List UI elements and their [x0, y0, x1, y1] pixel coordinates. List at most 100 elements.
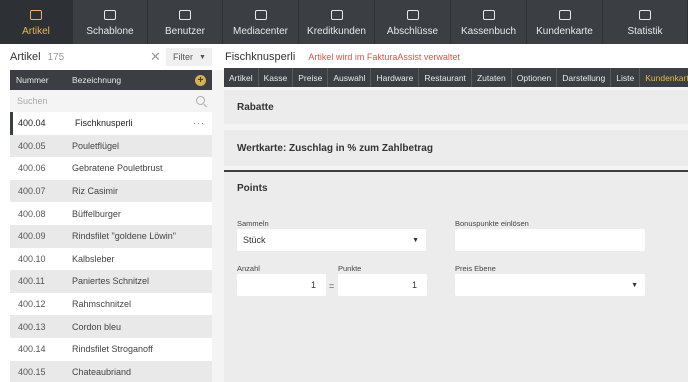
nav-item-label: Abschlüsse	[386, 26, 439, 37]
add-article-button[interactable]: +	[195, 74, 206, 86]
table-row[interactable]: 400.05 Pouletflügel	[10, 134, 212, 158]
sammeln-value: Stück	[243, 235, 266, 245]
search-placeholder: Suchen	[17, 96, 48, 106]
row-name: Paniertes Schnitzel	[72, 276, 150, 287]
tab-liste[interactable]: Liste	[611, 68, 641, 87]
article-list-panel: Artikel 175 ✕ Filter ▼ Nummer Bezeichnun…	[0, 44, 212, 382]
clear-filter-icon[interactable]: ✕	[150, 50, 161, 63]
row-name: Büffelburger	[72, 208, 121, 219]
row-number: 400.12	[18, 299, 46, 310]
nav-item-label: Schablone	[86, 26, 134, 37]
search-icon[interactable]	[196, 96, 205, 105]
tab-kundenkarte[interactable]: Kundenkarte	[640, 68, 688, 87]
detail-tabs: Artikel Kasse Preise Auswahl Hardware Restaur…	[224, 68, 688, 87]
tab-artikel[interactable]: Artikel	[224, 68, 259, 87]
detail-title: Fischknusperli	[225, 51, 296, 63]
nav-item-label: Kreditkunden	[307, 26, 366, 37]
column-header-number[interactable]: Nummer	[10, 75, 72, 85]
filter-label: Filter	[173, 52, 193, 62]
nav-item-kreditkunden[interactable]: Kreditkunden	[299, 0, 375, 44]
punkte-value: 1	[411, 280, 417, 290]
nav-item-mediacenter[interactable]: Mediacenter	[223, 0, 299, 44]
nav-item-artikel[interactable]: Artikel	[0, 0, 73, 44]
bonus-label: Bonuspunkte einlösen	[455, 219, 529, 228]
more-options-icon[interactable]: ···	[193, 118, 205, 128]
table-row[interactable]: 400.06 Gebratene Pouletbrust	[10, 157, 212, 180]
punkte-label: Punkte	[338, 264, 362, 273]
nav-item-statistik[interactable]: Statistik	[603, 0, 688, 44]
row-number: 400.11	[18, 276, 45, 287]
anzahl-field[interactable]: 1	[237, 274, 326, 296]
row-name: Kalbsleber	[72, 253, 115, 264]
table-row[interactable]: 400.07 Riz Casimir	[10, 179, 212, 203]
table-row[interactable]: 400.14 Rindsfilet Stroganoff	[10, 337, 212, 361]
nav-item-label: Artikel	[22, 26, 50, 37]
chevron-down-icon: ▼	[631, 282, 638, 289]
article-rows: 400.04 Fischknusperli ··· 400.05 Pouletflüge…	[10, 112, 212, 382]
nav-item-label: Statistik	[627, 26, 663, 37]
table-row[interactable]: 400.12 Rahmschnitzel	[10, 292, 212, 316]
tab-zutaten[interactable]: Zutaten	[472, 68, 512, 87]
report-icon	[406, 10, 419, 20]
nav-item-label: Mediacenter	[232, 26, 289, 37]
list-column-header: Nummer Bezeichnung +	[10, 70, 212, 90]
sammeln-label: Sammeln	[237, 219, 269, 228]
top-navigation: Artikel Schablone Benutzer Mediacenter Kredi…	[0, 0, 688, 44]
table-row[interactable]: 400.10 Kalbsleber	[10, 247, 212, 271]
tab-hardware[interactable]: Hardware	[371, 68, 420, 87]
template-icon	[104, 10, 116, 20]
table-row[interactable]: 400.09 Rindsfilet "goldene Löwin"	[10, 224, 212, 248]
preis-ebene-label: Preis Ebene	[455, 264, 496, 273]
tab-kasse[interactable]: Kasse	[259, 68, 294, 87]
filter-dropdown[interactable]: Filter ▼	[166, 48, 212, 66]
row-name: Rahmschnitzel	[72, 299, 132, 310]
tab-darstellung[interactable]: Darstellung	[557, 68, 612, 87]
row-number: 400.15	[18, 366, 46, 377]
nav-item-schablone[interactable]: Schablone	[73, 0, 148, 44]
nav-item-kassenbuch[interactable]: Kassenbuch	[451, 0, 527, 44]
row-number: 400.05	[18, 140, 46, 151]
anzahl-value: 1	[310, 280, 316, 290]
sammeln-select[interactable]: Stück ▼	[237, 229, 426, 251]
chart-icon	[639, 10, 651, 20]
row-name: Cordon bleu	[72, 321, 122, 332]
nav-item-abschl-sse[interactable]: Abschlüsse	[375, 0, 451, 44]
rabatte-section[interactable]: Rabatte	[224, 90, 688, 124]
list-count: 175	[47, 51, 65, 63]
nav-item-label: Benutzer	[164, 26, 206, 37]
punkte-field[interactable]: 1	[338, 274, 427, 296]
preis-ebene-select[interactable]: ▼	[455, 274, 645, 296]
row-number: 400.10	[18, 253, 46, 264]
nav-item-kundenkarte[interactable]: Kundenkarte	[527, 0, 603, 44]
row-name: Riz Casimir	[72, 186, 118, 197]
nav-item-benutzer[interactable]: Benutzer	[148, 0, 223, 44]
row-name: Pouletflügel	[72, 140, 120, 151]
book-icon	[482, 10, 495, 20]
tab-auswahl[interactable]: Auswahl	[328, 68, 372, 87]
points-title: Points	[237, 183, 268, 194]
row-name: Rindsfilet Stroganoff	[72, 344, 153, 355]
chevron-down-icon: ▼	[199, 53, 206, 61]
basket-icon	[30, 10, 42, 20]
tab-preise[interactable]: Preise	[293, 68, 329, 87]
row-number: 400.14	[18, 344, 46, 355]
table-row[interactable]: 400.08 Büffelburger	[10, 202, 212, 225]
tab-restaurant[interactable]: Restaurant	[419, 68, 472, 87]
table-row[interactable]: 400.11 Paniertes Schnitzel	[10, 270, 212, 293]
bonus-field[interactable]	[455, 229, 645, 251]
row-number: 400.09	[18, 231, 46, 242]
wertkarte-section[interactable]: Wertkarte: Zuschlag in % zum Zahlbetrag	[224, 130, 688, 166]
card-icon	[558, 10, 571, 20]
tab-optionen[interactable]: Optionen	[512, 68, 558, 87]
row-number: 400.08	[18, 208, 46, 219]
search-input[interactable]: Suchen	[10, 90, 212, 112]
wertkarte-title: Wertkarte: Zuschlag in % zum Zahlbetrag	[237, 142, 433, 154]
row-number: 400.06	[18, 163, 46, 174]
table-row[interactable]: 400.13 Cordon bleu	[10, 315, 212, 338]
points-section: Points Sammeln Stück ▼ Bonuspunkte einlö…	[224, 172, 688, 382]
table-row[interactable]: 400.04 Fischknusperli ···	[10, 112, 212, 135]
row-number: 400.04	[18, 118, 46, 129]
column-header-name[interactable]: Bezeichnung	[72, 75, 195, 85]
nav-item-label: Kundenkarte	[536, 26, 593, 37]
table-row[interactable]: 400.15 Chateaubriand	[10, 360, 212, 382]
